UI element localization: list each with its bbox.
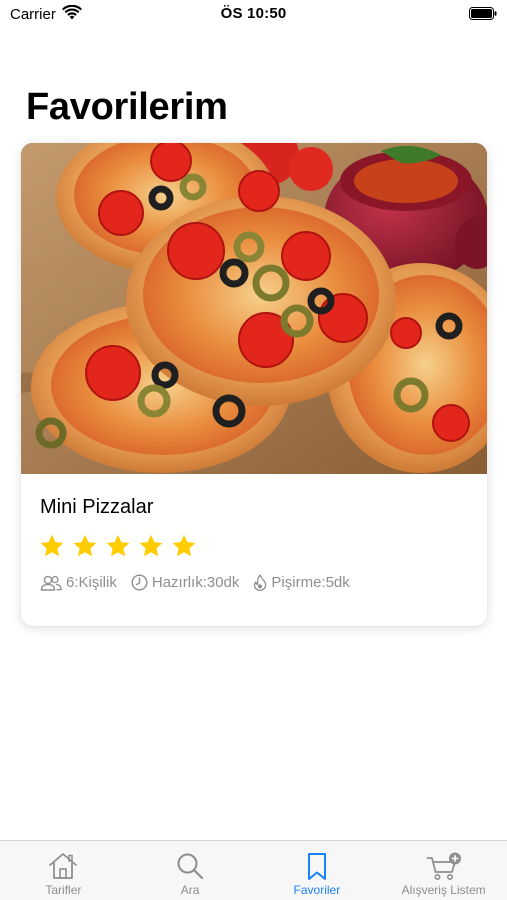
prep-time-label: Hazırlık:30dk (151, 574, 240, 591)
rating-stars (39, 533, 197, 559)
star-icon (139, 534, 163, 557)
servings-label: 6:Kişilik (66, 574, 117, 591)
tab-shopping-list-label: Alışveriş Listem (401, 883, 486, 897)
battery-icon (469, 7, 497, 20)
cook-time-info: Pişirme:5dk (253, 574, 350, 591)
tab-search[interactable]: Ara (127, 841, 254, 900)
flame-icon (254, 574, 267, 591)
status-time: ÖS 10:50 (220, 5, 287, 22)
tab-shopping-list[interactable]: Alışveriş Listem (380, 841, 507, 900)
tab-recipes[interactable]: Tarifler (0, 841, 127, 900)
clock-icon (131, 574, 148, 591)
recipe-name: Mini Pizzalar (40, 496, 154, 518)
search-icon (177, 853, 204, 880)
star-icon (106, 534, 130, 557)
tab-favorites[interactable]: Favoriler (254, 841, 381, 900)
tab-search-label: Ara (180, 883, 200, 897)
cook-time-label: Pişirme:5dk (271, 574, 350, 591)
recipe-photo (21, 143, 487, 474)
star-icon (40, 534, 64, 557)
favorite-recipe-card[interactable]: Mini Pizzalar 6:Kişilik Hazırlık:30dk Pi… (21, 143, 487, 626)
tab-recipes-label: Tarifler (45, 883, 82, 897)
bookmark-icon (307, 853, 326, 880)
house-icon (49, 853, 78, 879)
people-icon (40, 575, 62, 591)
cart-plus-icon (426, 852, 461, 880)
recipe-meta: 6:Kişilik Hazırlık:30dk Pişirme:5dk (40, 574, 364, 591)
page-title: Favorilerim (26, 86, 228, 128)
prep-time-info: Hazırlık:30dk (131, 574, 240, 591)
tab-favorites-label: Favoriler (293, 883, 341, 897)
servings-info: 6:Kişilik (40, 574, 117, 591)
star-icon (172, 534, 196, 557)
status-bar: Carrier ÖS 10:50 (0, 0, 507, 28)
tab-bar: Tarifler Ara Favoriler Alışveriş Listem (0, 840, 507, 900)
star-icon (73, 534, 97, 557)
